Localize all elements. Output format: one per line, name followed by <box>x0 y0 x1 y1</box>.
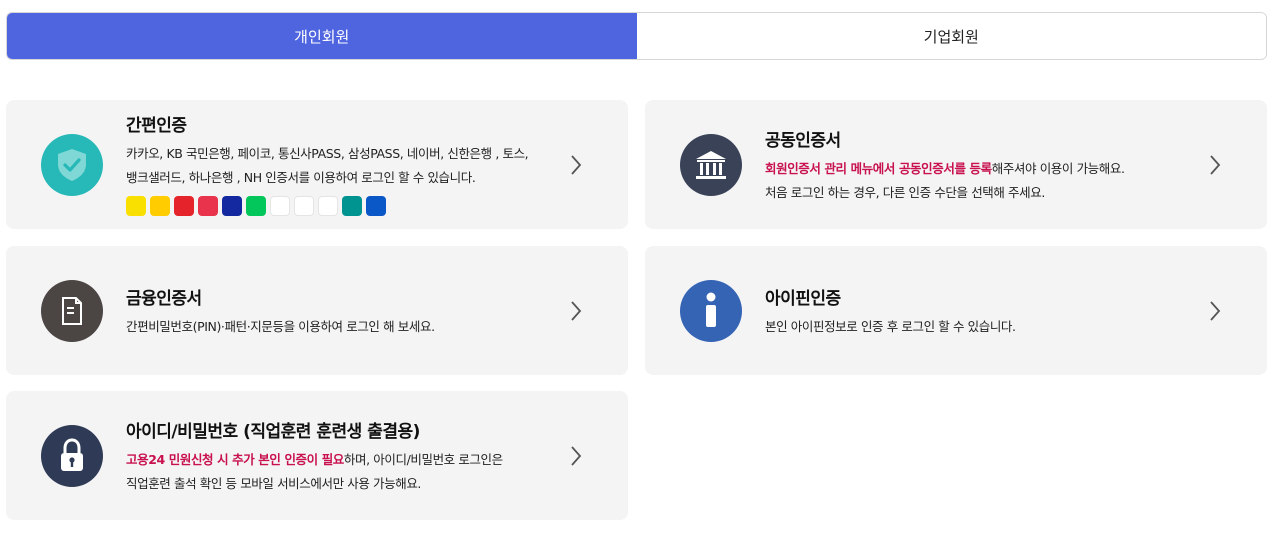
desc-line: 간편비밀번호(PIN)·패턴·지문등을 이용하여 로그인 해 보세요. <box>126 319 435 334</box>
desc-line: 카카오, KB 국민은행, 페이코, 통신사PASS, 삼성PASS, 네이버,… <box>126 146 529 161</box>
document-icon <box>41 280 103 342</box>
id-password-card[interactable]: 아이디/비밀번호 (직업훈련 훈련생 출결용) 고용24 민원신청 시 추가 본… <box>6 391 628 520</box>
desc-line: 본인 아이핀정보로 인증 후 로그인 할 수 있습니다. <box>765 319 1016 334</box>
chevron-right-icon <box>571 155 582 175</box>
desc-line: 처음 로그인 하는 경우, 다른 인증 수단을 선택해 주세요. <box>765 185 1045 200</box>
pass-logo <box>198 196 218 216</box>
desc-line: 뱅크샐러드, 하나은행 , NH 인증서를 이용하여 로그인 할 수 있습니다. <box>126 170 476 185</box>
naver-logo <box>246 196 266 216</box>
highlight-text: 회원인증서 관리 메뉴에서 공동인증서를 등록 <box>765 161 992 176</box>
member-type-tabs: 개인회원 기업회원 <box>6 12 1267 60</box>
desc-line: 회원인증서 관리 메뉴에서 공동인증서를 등록해주셔야 이용이 가능해요. <box>765 157 1187 181</box>
chevron-right-icon <box>571 301 582 321</box>
card-description: 간편비밀번호(PIN)·패턴·지문등을 이용하여 로그인 해 보세요. <box>126 315 548 339</box>
desc-line: 고용24 민원신청 시 추가 본인 인증이 필요하며, 아이디/비밀번호 로그인… <box>126 448 548 472</box>
hana-logo <box>342 196 362 216</box>
desc-text: 해주셔야 이용이 가능해요. <box>991 161 1125 176</box>
card-description: 카카오, KB 국민은행, 페이코, 통신사PASS, 삼성PASS, 네이버,… <box>126 142 548 190</box>
card-title: 간편인증 <box>126 116 187 136</box>
card-title: 아이핀인증 <box>765 289 841 309</box>
card-description: 고용24 민원신청 시 추가 본인 인증이 필요하며, 아이디/비밀번호 로그인… <box>126 448 548 496</box>
tab-business[interactable]: 기업회원 <box>636 13 1266 59</box>
payco-logo <box>174 196 194 216</box>
toss-logo <box>294 196 314 216</box>
desc-text: 하며, 아이디/비밀번호 로그인은 <box>343 452 503 467</box>
info-icon <box>680 280 742 342</box>
ipin-auth-card[interactable]: 아이핀인증 본인 아이핀정보로 인증 후 로그인 할 수 있습니다. <box>645 246 1267 375</box>
kakao-talk-logo <box>126 196 146 216</box>
banksalad-logo <box>318 196 338 216</box>
card-description: 회원인증서 관리 메뉴에서 공동인증서를 등록해주셔야 이용이 가능해요. 처음… <box>765 157 1187 205</box>
kb-star-logo <box>150 196 170 216</box>
card-title: 아이디/비밀번호 (직업훈련 훈련생 출결용) <box>126 422 420 442</box>
card-title: 공동인증서 <box>765 131 841 151</box>
brand-logo-list <box>126 196 548 216</box>
lock-icon <box>41 425 103 487</box>
desc-line: 직업훈련 출석 확인 등 모바일 서비스에서만 사용 가능해요. <box>126 476 421 491</box>
highlight-text: 고용24 민원신청 시 추가 본인 인증이 필요 <box>126 452 344 467</box>
chevron-right-icon <box>571 446 582 466</box>
chevron-right-icon <box>1210 301 1221 321</box>
bank-building-icon <box>680 134 742 196</box>
financial-certificate-card[interactable]: 금융인증서 간편비밀번호(PIN)·패턴·지문등을 이용하여 로그인 해 보세요… <box>6 246 628 375</box>
card-description: 본인 아이핀정보로 인증 후 로그인 할 수 있습니다. <box>765 315 1187 339</box>
simple-auth-card[interactable]: 간편인증 카카오, KB 국민은행, 페이코, 통신사PASS, 삼성PASS,… <box>6 100 628 229</box>
tab-personal[interactable]: 개인회원 <box>7 13 637 59</box>
shield-check-icon <box>41 134 103 196</box>
nh-logo <box>366 196 386 216</box>
card-title: 금융인증서 <box>126 289 202 309</box>
samsung-pass-logo <box>222 196 242 216</box>
chevron-right-icon <box>1210 155 1221 175</box>
shinhan-logo <box>270 196 290 216</box>
joint-certificate-card[interactable]: 공동인증서 회원인증서 관리 메뉴에서 공동인증서를 등록해주셔야 이용이 가능… <box>645 100 1267 229</box>
